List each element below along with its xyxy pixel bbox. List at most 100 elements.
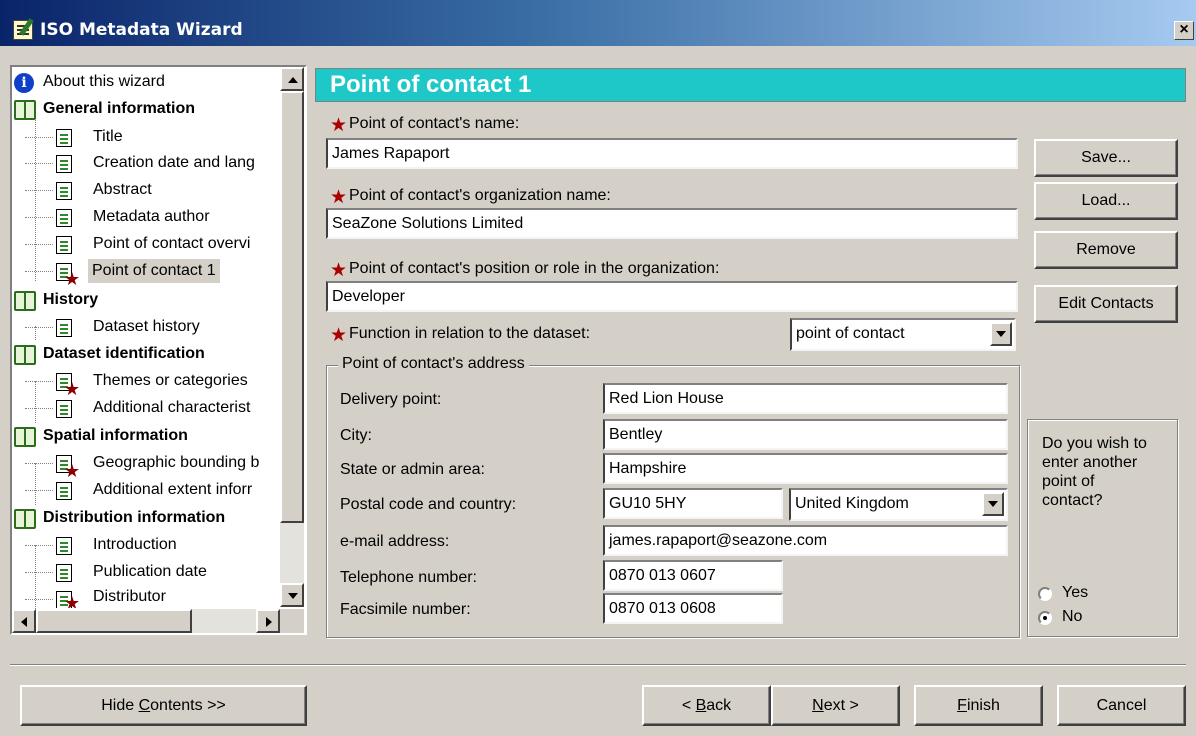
button-text: Hide	[101, 697, 139, 714]
tree-connector	[25, 381, 53, 382]
vertical-scroll-thumb[interactable]	[280, 91, 304, 523]
tree-item-dataset-history[interactable]: Dataset history	[14, 314, 280, 340]
button-mnemonic: F	[957, 697, 967, 714]
book-icon	[14, 100, 36, 120]
country-select[interactable]: United Kingdom	[789, 488, 1008, 521]
position-role-field[interactable]: Developer	[326, 281, 1018, 312]
cancel-button[interactable]: Cancel	[1057, 685, 1186, 726]
organization-name-field[interactable]: SeaZone Solutions Limited	[326, 208, 1018, 239]
contact-name-field[interactable]: James Rapaport	[326, 138, 1018, 169]
remove-button[interactable]: Remove	[1034, 231, 1178, 269]
horizontal-scroll-thumb[interactable]	[36, 609, 192, 633]
tree-item-themes[interactable]: ★ Themes or categories	[14, 368, 280, 398]
tree-item-label: Distribution information	[43, 509, 226, 526]
button-mnemonic: N	[812, 697, 824, 714]
tree-item-about[interactable]: i About this wizard	[14, 69, 280, 95]
function-select-value: point of contact	[796, 325, 905, 342]
tree-item-additional-characteristics[interactable]: Additional characterist	[14, 395, 280, 421]
tree-item-poc-1[interactable]: ★ Point of contact 1	[14, 258, 280, 288]
telephone-field[interactable]: 0870 013 0607	[603, 560, 783, 591]
required-star-icon: ★	[330, 115, 348, 136]
tree-item-label: Introduction	[93, 536, 177, 553]
required-star-icon: ★	[64, 269, 81, 289]
tree-item-distribution-information[interactable]: Distribution information	[14, 505, 280, 531]
tree-item-abstract[interactable]: Abstract	[14, 177, 280, 203]
tree-item-creation-date[interactable]: Creation date and lang	[14, 150, 280, 176]
tree-connector	[25, 490, 53, 491]
question-line: point of	[1042, 473, 1095, 490]
delivery-point-field[interactable]: Red Lion House	[603, 383, 1008, 414]
tree-item-general-information[interactable]: General information	[14, 96, 280, 122]
tree-connector	[25, 163, 53, 164]
dropdown-button[interactable]	[990, 322, 1012, 346]
next-button[interactable]: Next >	[771, 685, 900, 726]
edit-contacts-button[interactable]: Edit Contacts	[1034, 285, 1178, 323]
page-icon	[56, 537, 72, 555]
tree-item-title[interactable]: Title	[14, 124, 280, 150]
book-icon	[14, 427, 36, 447]
tree-item-publication-date[interactable]: Publication date	[14, 559, 280, 585]
button-text: inish	[966, 697, 1000, 714]
required-star-icon: ★	[64, 593, 81, 608]
postal-code-field[interactable]: GU10 5HY	[603, 488, 783, 519]
state-field[interactable]: Hampshire	[603, 453, 1008, 484]
tree-item-spatial-information[interactable]: Spatial information	[14, 423, 280, 449]
tree-item-poc-overview[interactable]: Point of contact overvi	[14, 231, 280, 257]
close-button[interactable]: ×	[1174, 21, 1194, 40]
tree-item-geographic-bounding[interactable]: ★ Geographic bounding b	[14, 450, 280, 480]
tree-connector	[25, 463, 53, 464]
dropdown-button[interactable]	[982, 492, 1004, 516]
city-label: City:	[340, 427, 372, 444]
delivery-point-label: Delivery point:	[340, 391, 442, 408]
email-field[interactable]: james.rapaport@seazone.com	[603, 525, 1008, 556]
facsimile-field[interactable]: 0870 013 0608	[603, 593, 783, 624]
no-radio[interactable]	[1038, 611, 1052, 625]
tree-vertical-scrollbar[interactable]	[280, 67, 304, 607]
yes-radio-option[interactable]: Yes	[1038, 584, 1118, 604]
tree-connector	[25, 137, 53, 138]
tree-connector	[25, 327, 53, 328]
window-title: ISO Metadata Wizard	[40, 20, 243, 40]
tree-item-metadata-author[interactable]: Metadata author	[14, 204, 280, 230]
question-line: contact?	[1042, 492, 1103, 509]
question-line: enter another	[1042, 454, 1138, 471]
scrollbar-corner	[280, 609, 304, 633]
scroll-left-button[interactable]	[12, 609, 36, 633]
tree-item-label: Creation date and lang	[93, 154, 255, 171]
tree-item-label: Point of contact 1	[88, 259, 220, 283]
tree-item-label: History	[43, 291, 99, 308]
tree-item-label: Dataset history	[93, 318, 200, 335]
tree-item-introduction[interactable]: Introduction	[14, 532, 280, 558]
button-text: ontents >>	[150, 697, 226, 714]
tree-horizontal-scrollbar[interactable]	[12, 609, 280, 633]
back-button[interactable]: < Back	[642, 685, 771, 726]
tree-item-distributor[interactable]: ★ Distributor	[14, 586, 280, 608]
arrow-right-icon	[266, 617, 272, 627]
scroll-right-button[interactable]	[256, 609, 280, 633]
scroll-down-button[interactable]	[280, 583, 304, 607]
telephone-label: Telephone number:	[340, 569, 477, 586]
page-icon	[56, 319, 72, 337]
postal-country-label: Postal code and country:	[340, 496, 517, 513]
scroll-up-button[interactable]	[280, 67, 304, 91]
function-select[interactable]: point of contact	[790, 318, 1016, 351]
tree-item-label: Geographic bounding b	[93, 454, 260, 471]
tree-item-label: Point of contact overvi	[93, 235, 251, 252]
tree-item-dataset-identification[interactable]: Dataset identification	[14, 341, 280, 367]
tree-item-history[interactable]: History	[14, 287, 280, 313]
tree-item-label: Dataset identification	[43, 345, 205, 362]
arrow-left-icon	[21, 617, 27, 627]
name-label: Point of contact's name:	[349, 115, 520, 132]
load-button[interactable]: Load...	[1034, 182, 1178, 220]
tree-item-additional-extent[interactable]: Additional extent inforr	[14, 477, 280, 503]
close-icon: ×	[1179, 21, 1189, 38]
tree-item-label: About this wizard	[43, 73, 165, 90]
yes-radio[interactable]	[1038, 587, 1052, 601]
tree-item-label: Distributor	[93, 588, 166, 605]
city-field[interactable]: Bentley	[603, 419, 1008, 450]
finish-button[interactable]: Finish	[914, 685, 1043, 726]
hide-contents-button[interactable]: Hide Contents >>	[20, 685, 307, 726]
save-button[interactable]: Save...	[1034, 139, 1178, 177]
tree-item-label: Publication date	[93, 563, 207, 580]
no-radio-option[interactable]: No	[1038, 608, 1118, 628]
